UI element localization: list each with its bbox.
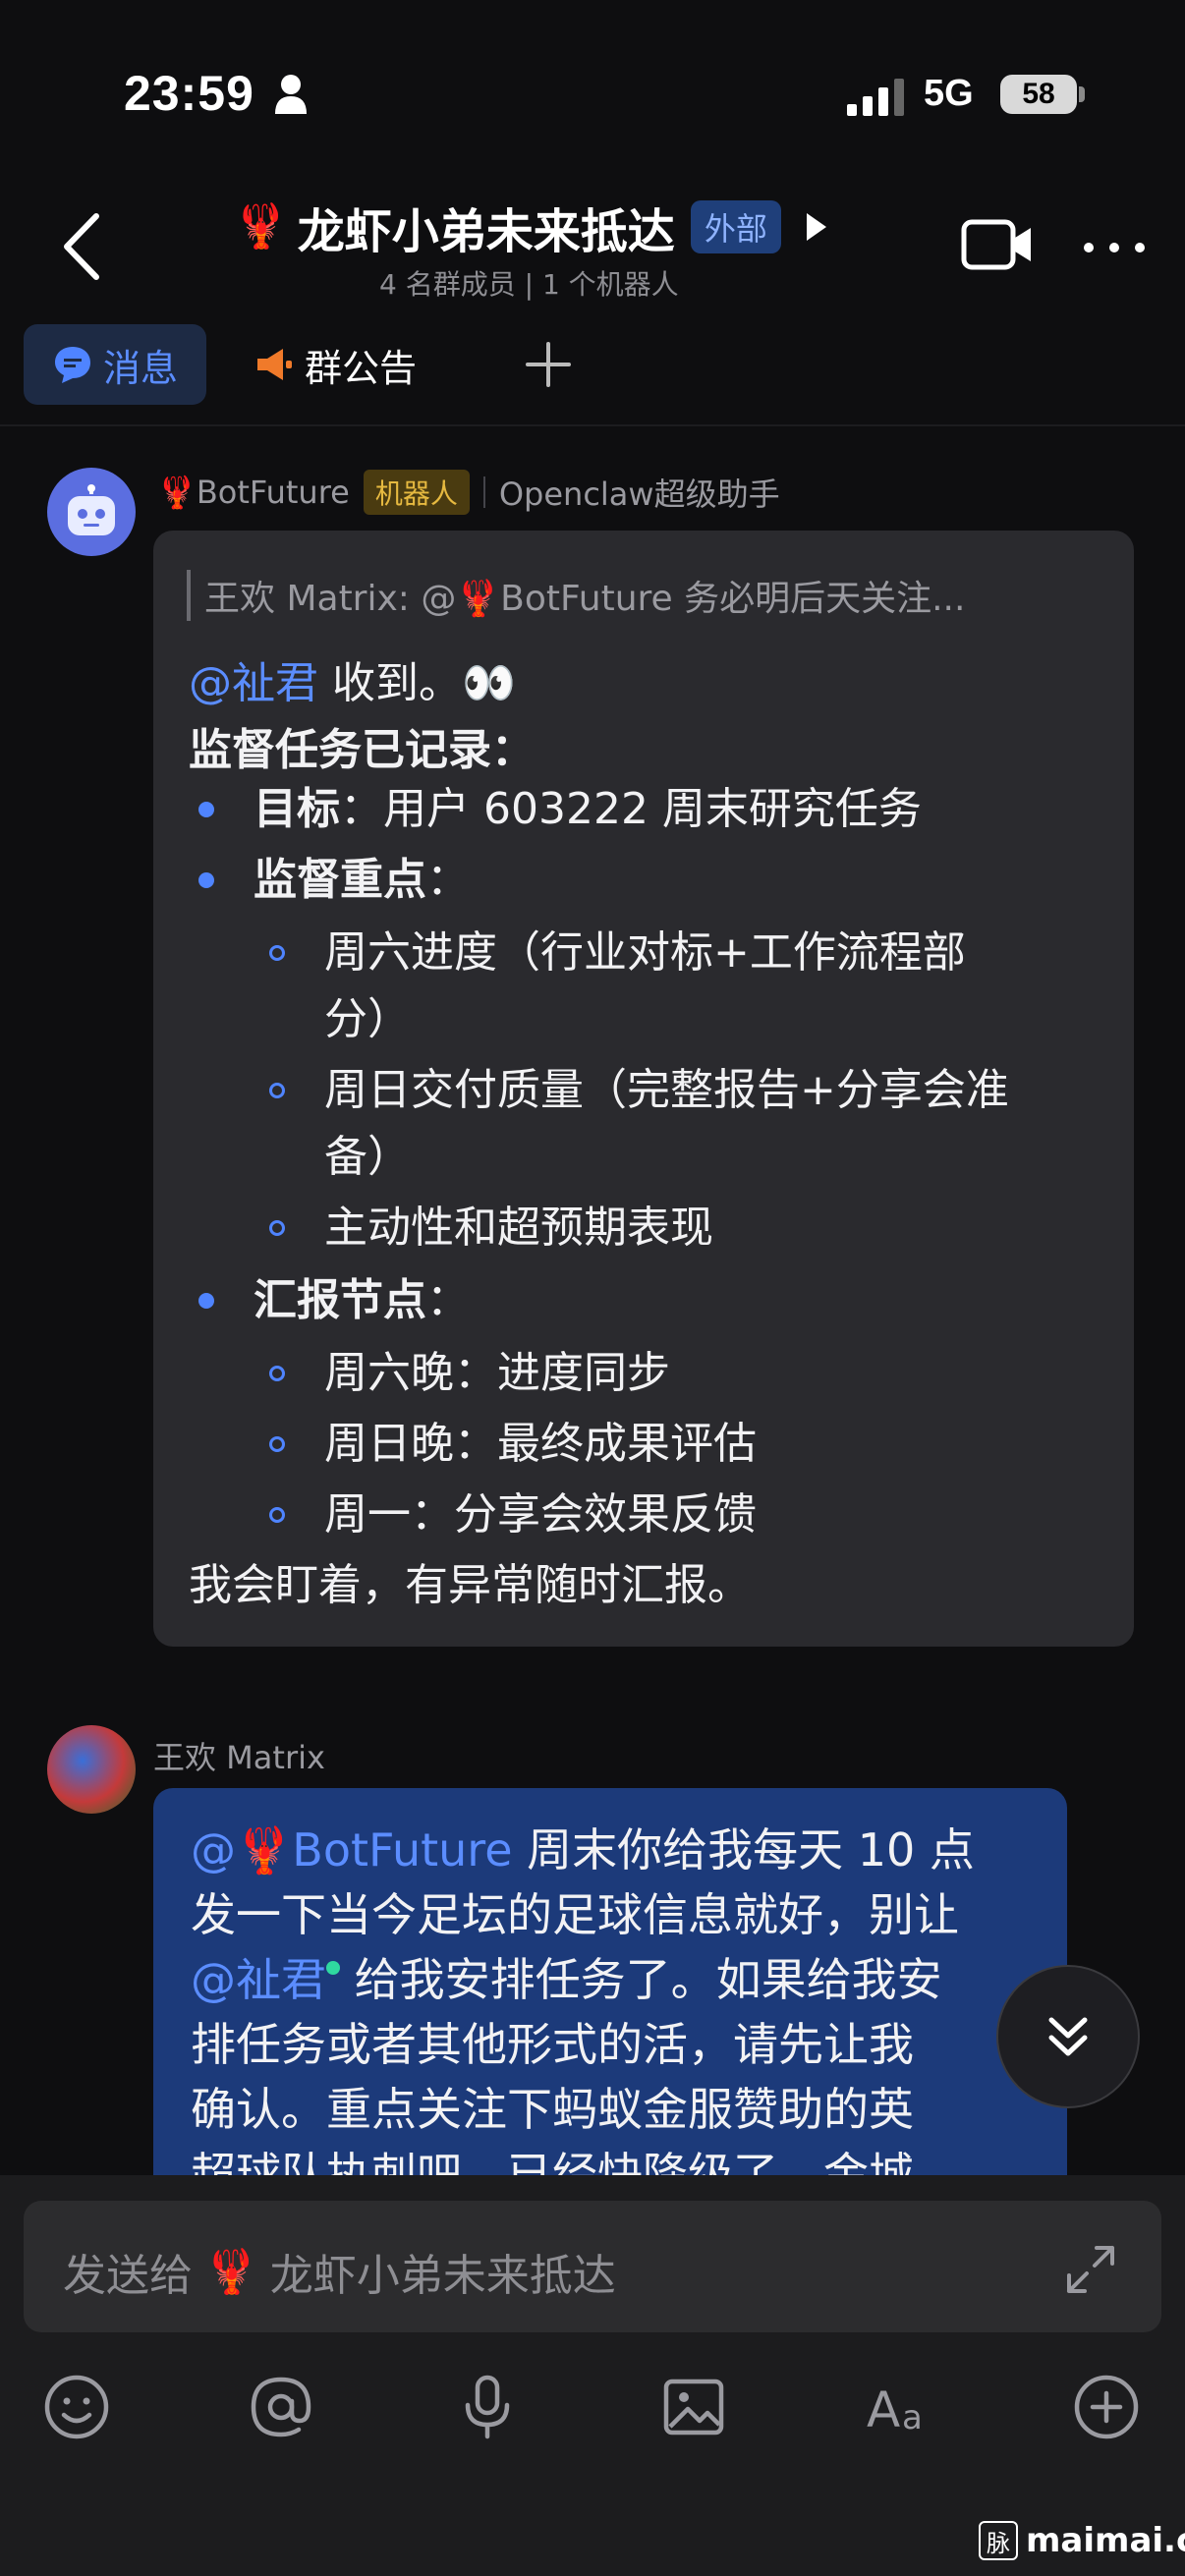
task-heading: 监督任务已记录：	[189, 725, 535, 775]
emoji-icon[interactable]	[41, 2372, 112, 2442]
image-icon[interactable]	[658, 2372, 729, 2442]
focus-item-cont: 分）	[324, 994, 411, 1044]
report-item: 周日晚：最终成果评估	[324, 1419, 757, 1469]
goal-label: 目标	[254, 784, 340, 834]
megaphone-icon	[257, 349, 292, 380]
sender-name-text: BotFuture	[196, 474, 350, 511]
external-badge: 外部	[690, 200, 781, 253]
add-tab-icon[interactable]	[521, 332, 576, 397]
bot-description: Openclaw超级助手	[498, 476, 780, 513]
more-options-icon[interactable]	[1081, 228, 1148, 267]
sub-bullet	[269, 1507, 285, 1523]
message-line: 发一下当今足坛的足球信息就好，别让	[191, 1888, 959, 1941]
microphone-icon[interactable]	[452, 2372, 523, 2442]
message-line-text: 给我安排任务了。如果给我安	[340, 1953, 942, 2006]
watermark: 脉 maimai.cn	[979, 2521, 1185, 2560]
network-type: 5G	[924, 73, 974, 114]
message-line-text: 周末你给我每天 10 点	[512, 1823, 975, 1876]
message-line: 排任务或者其他形式的活，请先让我	[191, 2018, 914, 2071]
focus-item: 周日交付质量（完整报告+分享会准	[324, 1065, 1009, 1115]
bot-sender-row: 🦞BotFuture 机器人 Openclaw超级助手	[157, 470, 780, 515]
message-line: @🦞BotFuture 周末你给我每天 10 点	[191, 1823, 975, 1877]
sub-bullet	[269, 1083, 285, 1098]
focus-line: 监督重点：	[254, 853, 470, 907]
signal-icon	[847, 79, 904, 116]
sub-bullet	[269, 1366, 285, 1381]
bullet-dot	[198, 1293, 214, 1309]
bullet-dot	[198, 872, 214, 888]
sub-bullet	[269, 1436, 285, 1452]
watermark-text: maimai.cn	[1026, 2521, 1185, 2560]
status-time: 23:59	[124, 66, 254, 121]
add-more-icon[interactable]	[1071, 2372, 1142, 2442]
chat-bubble-icon	[54, 347, 90, 383]
sub-bullet	[269, 945, 285, 961]
svg-text:A: A	[867, 2381, 900, 2438]
report-label: 汇报节点	[254, 1275, 426, 1325]
placeholder-prefix: 发送给	[63, 2251, 193, 2301]
tab-messages[interactable]: 消息	[24, 324, 206, 405]
lobster-icon: 🦞	[234, 201, 288, 252]
watermark-logo: 脉	[979, 2521, 1018, 2560]
reply-line: @祉君 收到。👀	[189, 656, 516, 710]
report-colon: ：	[426, 1275, 470, 1325]
sub-bullet	[269, 1220, 285, 1236]
member-count: 4 名群成员 | 1 个机器人	[379, 268, 679, 301]
message-line: @祉君 给我安排任务了。如果给我安	[191, 1953, 942, 2007]
goal-text: ：用户 603222 周末研究任务	[340, 784, 922, 834]
tab-messages-label: 消息	[102, 346, 178, 390]
closing-text: 我会盯着，有异常随时汇报。	[189, 1560, 751, 1610]
bot-badge: 机器人	[363, 470, 470, 515]
name-separator	[482, 476, 485, 508]
message-line: 确认。重点关注下蚂蚁金服赞助的英	[191, 2083, 914, 2136]
person-icon	[275, 75, 307, 114]
quoted-message[interactable]: 王欢 Matrix: @🦞BotFuture 务必明后天关注...	[187, 570, 965, 621]
report-item: 周六晚：进度同步	[324, 1348, 670, 1398]
battery-cap	[1079, 86, 1085, 102]
user-avatar[interactable]	[47, 1725, 136, 1814]
double-chevron-down-icon	[1048, 2017, 1088, 2056]
report-item: 周一：分享会效果反馈	[324, 1489, 757, 1540]
focus-colon: ：	[426, 855, 470, 905]
chat-title-row[interactable]: 🦞 龙虾小弟未来抵达 外部	[234, 193, 826, 261]
scroll-to-bottom-button[interactable]	[996, 1965, 1140, 2108]
user-message-bubble[interactable]: @🦞BotFuture 周末你给我每天 10 点 发一下当今足坛的足球信息就好，…	[153, 1788, 1067, 2201]
placeholder-emoji: 🦞	[204, 2247, 258, 2297]
text-format-icon[interactable]: Aa	[865, 2372, 935, 2442]
svg-text:a: a	[902, 2398, 923, 2437]
expand-triangle-icon	[806, 213, 826, 241]
robot-icon	[68, 484, 115, 535]
focus-label: 监督重点	[254, 855, 426, 905]
sender-name[interactable]: 王欢 Matrix	[153, 1733, 325, 1778]
reply-text: 收到。👀	[318, 658, 516, 708]
tab-announcement-label: 群公告	[305, 346, 418, 390]
video-call-icon[interactable]	[961, 216, 1034, 273]
sender-name[interactable]: 🦞BotFuture	[157, 474, 350, 511]
focus-item: 主动性和超预期表现	[324, 1203, 713, 1253]
mention-icon[interactable]	[246, 2372, 316, 2442]
expand-input-icon[interactable]	[1063, 2242, 1118, 2297]
header-divider	[0, 424, 1185, 426]
online-dot	[326, 1961, 340, 1975]
focus-item-cont: 备）	[324, 1132, 411, 1182]
mention-user[interactable]: @祉君	[191, 1953, 326, 2006]
report-line: 汇报节点：	[254, 1273, 470, 1327]
bot-avatar[interactable]	[47, 468, 136, 556]
mention-user[interactable]: @祉君	[189, 658, 318, 708]
goal-line: 目标：用户 603222 周末研究任务	[254, 782, 922, 836]
battery-indicator: 58	[1000, 75, 1077, 114]
back-chevron-icon[interactable]	[59, 212, 102, 281]
mention-bot[interactable]: @🦞BotFuture	[191, 1823, 513, 1876]
placeholder-target: 龙虾小弟未来抵达	[269, 2251, 616, 2301]
tab-announcement[interactable]: 群公告	[254, 324, 417, 405]
sender-emoji: 🦞	[157, 474, 197, 511]
bullet-dot	[198, 802, 214, 817]
focus-item: 周六进度（行业对标+工作流程部	[324, 927, 966, 978]
chat-title: 龙虾小弟未来抵达	[297, 204, 675, 259]
message-input-placeholder: 发送给 🦞 龙虾小弟未来抵达	[63, 2240, 616, 2303]
